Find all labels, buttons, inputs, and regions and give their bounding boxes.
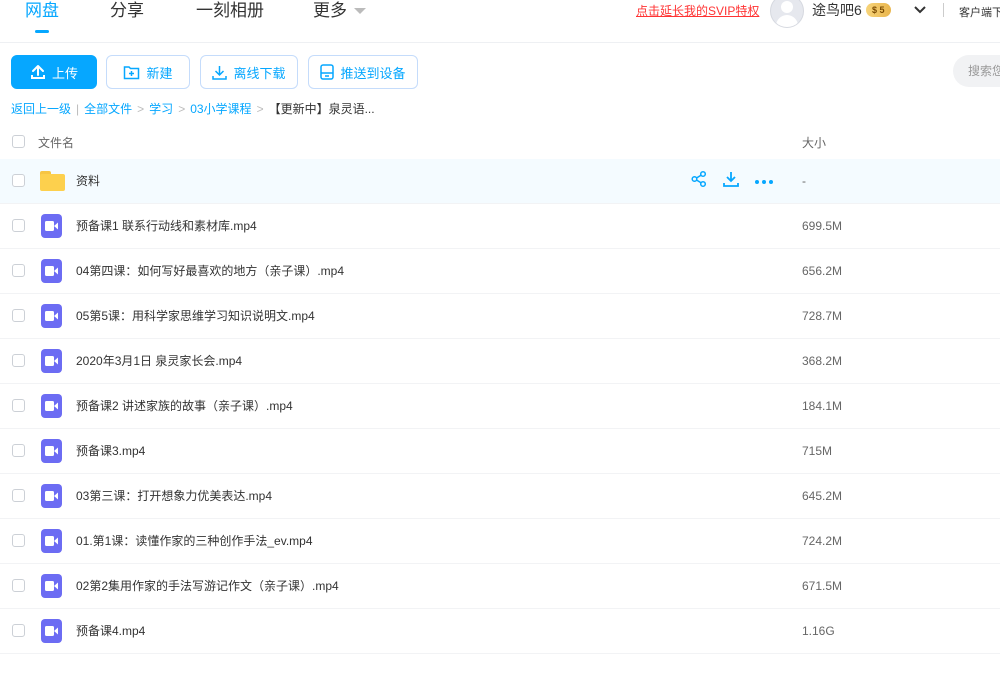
table-row[interactable]: 预备课1 联系行动线和素材库.mp4 699.5M	[0, 204, 1000, 249]
client-download-link[interactable]: 客户端下	[959, 4, 1000, 20]
breadcrumb-item-primary-course[interactable]: 03小学课程	[190, 102, 251, 116]
breadcrumb-item-all-files[interactable]: 全部文件	[84, 102, 132, 116]
row-checkbox[interactable]	[12, 174, 25, 187]
table-row[interactable]: 05第5课：用科学家思维学习知识说明文.mp4 728.7M	[0, 294, 1000, 339]
video-file-icon	[41, 349, 62, 373]
offline-download-label: 离线下载	[233, 65, 286, 81]
tab-more[interactable]: 更多	[313, 0, 347, 36]
table-row[interactable]: 01.第1课：读懂作家的三种创作手法_ev.mp4 724.2M	[0, 519, 1000, 564]
file-size: 699.5M	[802, 219, 843, 233]
file-name[interactable]: 01.第1课：读懂作家的三种创作手法_ev.mp4	[76, 519, 313, 563]
breadcrumb: 返回上一级 | 全部文件 > 学习 >03小学课程 > 【更新中】泉灵语...	[11, 101, 375, 117]
file-size: 656.2M	[802, 264, 843, 278]
folder-icon	[40, 171, 65, 191]
file-size: -	[802, 174, 806, 188]
active-tab-indicator	[35, 30, 49, 33]
video-file-icon	[41, 574, 62, 598]
row-checkbox[interactable]	[12, 624, 25, 637]
file-size: 184.1M	[802, 399, 843, 413]
row-checkbox[interactable]	[12, 579, 25, 592]
new-button-label: 新建	[146, 65, 173, 81]
file-name[interactable]: 02第2集用作家的手法写游记作文（亲子课）.mp4	[76, 564, 339, 608]
download-icon	[212, 65, 228, 80]
breadcrumb-current: 【更新中】泉灵语...	[268, 102, 375, 116]
video-file-icon	[41, 304, 62, 328]
vip-level-badge: $ 5	[866, 3, 891, 17]
table-row[interactable]: 03第三课：打开想象力优美表达.mp4 645.2M	[0, 474, 1000, 519]
tab-share[interactable]: 分享	[110, 0, 144, 36]
file-size: 728.7M	[802, 309, 843, 323]
chevron-down-icon[interactable]	[914, 5, 926, 17]
file-name[interactable]: 2020年3月1日 泉灵家长会.mp4	[76, 339, 242, 383]
breadcrumb-item-study[interactable]: 学习	[149, 102, 173, 116]
file-name[interactable]: 04第四课：如何写好最喜欢的地方（亲子课）.mp4	[76, 249, 344, 293]
push-to-device-label: 推送到设备	[340, 65, 406, 81]
row-checkbox[interactable]	[12, 489, 25, 502]
file-size: 724.2M	[802, 534, 843, 548]
table-row[interactable]: 资料 -	[0, 159, 1000, 204]
table-row[interactable]: 预备课4.mp4 1.16G	[0, 609, 1000, 654]
divider	[943, 3, 944, 17]
row-checkbox[interactable]	[12, 399, 25, 412]
row-checkbox[interactable]	[12, 354, 25, 367]
video-file-icon	[41, 619, 62, 643]
offline-download-button[interactable]: 离线下载	[200, 55, 298, 89]
breadcrumb-back-link[interactable]: 返回上一级	[11, 102, 71, 116]
search-input[interactable]: 搜索您	[953, 55, 1000, 87]
row-checkbox[interactable]	[12, 444, 25, 457]
share-icon[interactable]	[690, 170, 708, 193]
push-to-device-button[interactable]: 推送到设备	[308, 55, 418, 89]
upload-button-label: 上传	[51, 65, 78, 81]
username[interactable]: 途鸟吧6	[812, 1, 862, 19]
breadcrumb-separator: >	[256, 102, 264, 116]
column-header-name[interactable]: 文件名	[38, 134, 74, 151]
file-name[interactable]: 资料	[76, 159, 100, 203]
file-size: 671.5M	[802, 579, 843, 593]
breadcrumb-separator: >	[137, 102, 145, 116]
file-size: 368.2M	[802, 354, 843, 368]
row-checkbox[interactable]	[12, 534, 25, 547]
table-row[interactable]: 2020年3月1日 泉灵家长会.mp4 368.2M	[0, 339, 1000, 384]
avatar[interactable]	[770, 0, 804, 28]
file-size: 715M	[802, 444, 833, 458]
chevron-down-icon[interactable]	[354, 8, 366, 14]
device-icon	[320, 64, 335, 80]
file-name[interactable]: 预备课1 联系行动线和素材库.mp4	[76, 204, 257, 248]
file-name[interactable]: 预备课3.mp4	[76, 429, 145, 473]
table-row[interactable]: 04第四课：如何写好最喜欢的地方（亲子课）.mp4 656.2M	[0, 249, 1000, 294]
video-file-icon	[41, 439, 62, 463]
new-button[interactable]: 新建	[106, 55, 190, 89]
file-name[interactable]: 预备课4.mp4	[76, 609, 145, 653]
column-header-size[interactable]: 大小	[802, 134, 826, 151]
breadcrumb-separator: >	[178, 102, 186, 116]
video-file-icon	[41, 394, 62, 418]
video-file-icon	[41, 259, 62, 283]
upload-button[interactable]: 上传	[11, 55, 97, 89]
more-options-icon[interactable]	[754, 172, 774, 190]
select-all-checkbox[interactable]	[12, 135, 25, 148]
video-file-icon	[41, 484, 62, 508]
table-row[interactable]: 预备课3.mp4 715M	[0, 429, 1000, 474]
upload-icon	[30, 65, 45, 79]
file-name[interactable]: 05第5课：用科学家思维学习知识说明文.mp4	[76, 294, 315, 338]
tab-photo-album[interactable]: 一刻相册	[196, 0, 264, 36]
video-file-icon	[41, 214, 62, 238]
file-name[interactable]: 预备课2 讲述家族的故事（亲子课）.mp4	[76, 384, 293, 428]
svip-renew-link[interactable]: 点击延长我的SVIP特权	[636, 4, 759, 18]
row-actions	[690, 159, 774, 203]
row-checkbox[interactable]	[12, 264, 25, 277]
table-row[interactable]: 预备课2 讲述家族的故事（亲子课）.mp4 184.1M	[0, 384, 1000, 429]
new-folder-icon	[124, 65, 140, 79]
top-nav-bar: 网盘 分享 一刻相册 更多 点击延长我的SVIP特权 途鸟吧6 $ 5 客户端下	[0, 0, 1000, 43]
breadcrumb-separator: |	[76, 102, 80, 116]
row-checkbox[interactable]	[12, 309, 25, 322]
video-file-icon	[41, 529, 62, 553]
row-checkbox[interactable]	[12, 219, 25, 232]
download-icon[interactable]	[722, 170, 740, 193]
file-table-header: 文件名 大小	[0, 124, 1000, 158]
file-name[interactable]: 03第三课：打开想象力优美表达.mp4	[76, 474, 272, 518]
file-size: 645.2M	[802, 489, 843, 503]
file-size: 1.16G	[802, 624, 835, 638]
table-row[interactable]: 02第2集用作家的手法写游记作文（亲子课）.mp4 671.5M	[0, 564, 1000, 609]
